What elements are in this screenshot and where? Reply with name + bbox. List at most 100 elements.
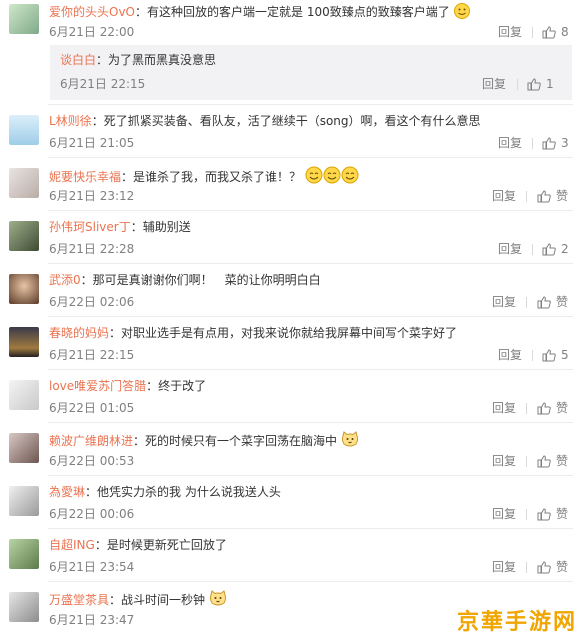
like-count: 5 [561, 348, 569, 362]
comment-body: ：死的时候只有一个菜字回荡在脑海中 [133, 434, 338, 448]
divider [48, 104, 573, 105]
comment-body: ：那可是真谢谢你们啊！ 菜的让你明明白白 [80, 273, 321, 287]
divider [48, 581, 573, 582]
reply-button[interactable]: 回复 [492, 189, 516, 203]
avatar[interactable] [9, 433, 39, 463]
divider [48, 263, 573, 264]
like-button[interactable]: 赞 [537, 454, 568, 468]
reply-button[interactable]: 回复 [498, 348, 522, 362]
like-count: 2 [561, 242, 569, 256]
divider [48, 157, 573, 158]
reply-button[interactable]: 回复 [492, 507, 516, 521]
thumbs-up-icon [542, 25, 556, 38]
comment-body: ：对职业选手是有点用，对我来说你就给我屏幕中间写个菜字好了 [109, 326, 458, 340]
avatar[interactable] [9, 380, 39, 410]
comment-body: ：是时候更新死亡回放了 [94, 538, 227, 552]
like-count: 赞 [556, 454, 569, 468]
comment-text: 為愛琳：他凭实力杀的我 为什么说我送人头 [49, 484, 281, 500]
like-button[interactable]: 赞 [537, 560, 568, 574]
thumbs-up-icon [537, 507, 551, 520]
comment-text: L林则徐：死了抓紧买装备、看队友，活了继续干（song）啊，看这个有什么意思 [49, 113, 481, 129]
comment-username[interactable]: 為愛琳 [49, 485, 85, 499]
divider [48, 316, 573, 317]
comment-username[interactable]: 春晓的妈妈 [49, 326, 109, 340]
reply-button[interactable]: 回复 [492, 295, 516, 309]
like-button[interactable]: 赞 [537, 295, 568, 309]
comment-time: 6月21日 22:15 [49, 348, 135, 362]
avatar[interactable] [9, 327, 39, 357]
like-button[interactable]: 3 [542, 136, 569, 150]
divider [532, 350, 533, 361]
comment-text: 自超ING：是时候更新死亡回放了 [49, 537, 227, 553]
thumbs-up-icon [542, 136, 556, 149]
reply-button[interactable]: 回复 [482, 77, 506, 91]
comment-item: 爱你的头头OvO：有这种回放的客户端一定就是 100致臻点的致臻客户端了 6月2… [0, 0, 585, 105]
avatar[interactable] [9, 115, 39, 145]
comment-item: 妮要快乐幸福：是谁杀了我，而我又杀了谁！？ 6月21日 23:12 回复 赞 [0, 164, 585, 214]
comment-username[interactable]: love唯爱苏门答腊 [49, 379, 146, 393]
avatar[interactable] [9, 274, 39, 304]
comment-username[interactable]: 孙伟珂Sliver丁 [49, 220, 131, 234]
like-button[interactable]: 赞 [537, 401, 568, 415]
comment-username[interactable]: 赖波广维朗林进 [49, 434, 133, 448]
like-count: 赞 [556, 401, 569, 415]
divider [532, 138, 533, 149]
comment-time: 6月21日 22:00 [49, 25, 135, 39]
comment-username[interactable]: 武添0 [49, 273, 81, 287]
comment-time: 6月22日 02:06 [49, 295, 135, 309]
comment-item: 孙伟珂Sliver丁：辅助别送 6月21日 22:28 回复 2 [0, 217, 585, 267]
reply-body: ：为了黑而黑真没意思 [96, 53, 217, 67]
reply-button[interactable]: 回复 [498, 242, 522, 256]
comment-username[interactable]: 万盛堂茶具 [49, 593, 109, 607]
reply-username[interactable]: 谈白白 [60, 53, 96, 67]
like-button[interactable]: 赞 [537, 507, 568, 521]
like-count: 8 [561, 25, 569, 39]
avatar[interactable] [9, 539, 39, 569]
comment-body: ：辅助别送 [130, 220, 191, 234]
avatar[interactable] [9, 592, 39, 622]
like-button[interactable]: 2 [542, 242, 569, 256]
reply-button[interactable]: 回复 [492, 454, 516, 468]
comment-time: 6月22日 00:53 [49, 454, 135, 468]
reply-button[interactable]: 回复 [498, 136, 522, 150]
thumbs-up-icon [537, 401, 551, 414]
divider [526, 191, 527, 202]
thumbs-up-icon [537, 189, 551, 202]
like-button[interactable]: 5 [542, 348, 569, 362]
divider [48, 422, 573, 423]
comment-item: 自超ING：是时候更新死亡回放了 6月21日 23:54 回复 赞 [0, 535, 585, 585]
like-count: 赞 [556, 189, 569, 203]
smile-emoji-icon [453, 3, 470, 23]
avatar[interactable] [9, 4, 39, 34]
reply-button[interactable]: 回复 [492, 560, 516, 574]
avatar[interactable] [9, 486, 39, 516]
comment-username[interactable]: 自超ING [49, 538, 95, 552]
divider [48, 475, 573, 476]
reply-box: 谈白白：为了黑而黑真没意思 6月21日 22:15 回复 1 [50, 45, 572, 100]
like-button[interactable]: 赞 [537, 189, 568, 203]
thumbs-up-icon [542, 242, 556, 255]
like-count: 3 [561, 136, 569, 150]
reply-time: 6月21日 22:15 [60, 77, 146, 91]
comment-time: 6月21日 23:47 [49, 613, 135, 627]
avatar[interactable] [9, 168, 39, 198]
comment-text: 武添0：那可是真谢谢你们啊！ 菜的让你明明白白 [49, 272, 321, 288]
thumbs-up-icon [527, 77, 541, 90]
comment-body: ：死了抓紧买装备、看队友，活了继续干（song）啊，看这个有什么意思 [91, 114, 481, 128]
divider [48, 528, 573, 529]
comment-time: 6月21日 23:54 [49, 560, 135, 574]
comment-body: ：是谁杀了我，而我又杀了谁！？ [121, 170, 302, 184]
thumbs-up-icon [542, 348, 556, 361]
reply-button[interactable]: 回复 [492, 401, 516, 415]
comment-username[interactable]: L林则徐 [49, 114, 92, 128]
divider [517, 79, 518, 90]
like-button[interactable]: 8 [542, 25, 569, 39]
comment-username[interactable]: 爱你的头头OvO [49, 5, 135, 19]
divider [532, 244, 533, 255]
reply-button[interactable]: 回复 [498, 25, 522, 39]
comment-text: 赖波广维朗林进：死的时候只有一个菜字回荡在脑海中 [49, 431, 359, 452]
comment-username[interactable]: 妮要快乐幸福 [49, 170, 121, 184]
like-count: 1 [546, 77, 554, 91]
like-button[interactable]: 1 [527, 77, 554, 91]
avatar[interactable] [9, 221, 39, 251]
